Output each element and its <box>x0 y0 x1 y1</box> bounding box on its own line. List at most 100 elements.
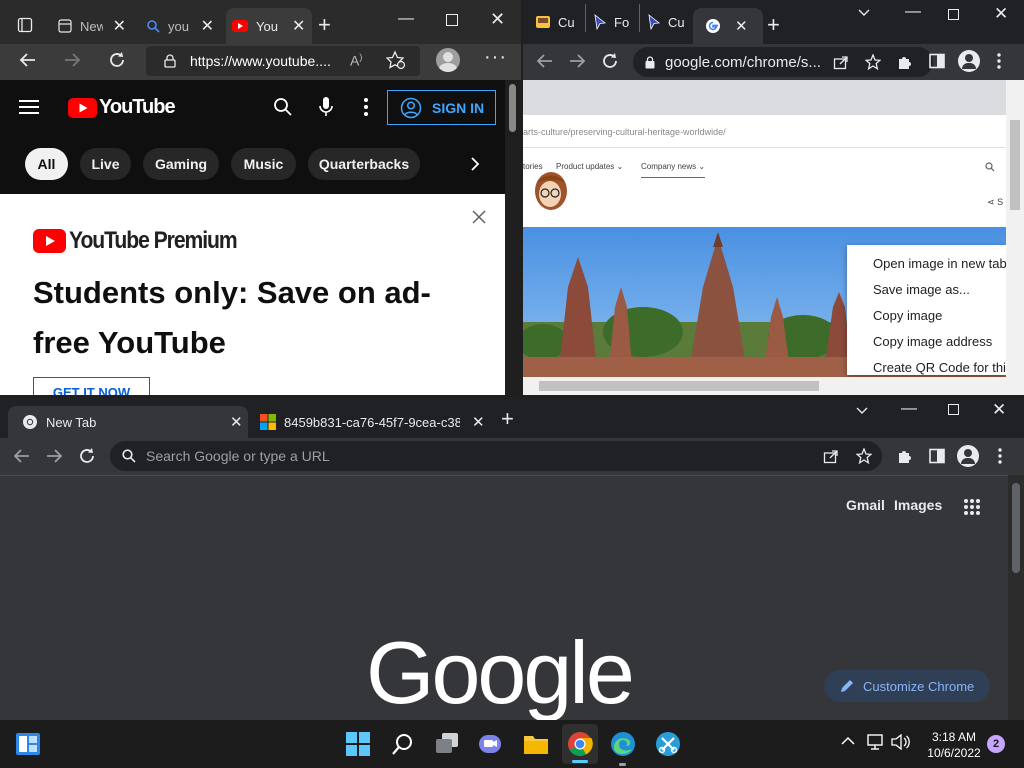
add-favorite-icon[interactable] <box>386 50 406 70</box>
search-icon[interactable] <box>985 162 995 172</box>
forward-arrow-icon[interactable] <box>45 447 63 465</box>
chevron-up-icon[interactable] <box>841 736 855 746</box>
page-scrollbar[interactable] <box>1008 475 1024 720</box>
sign-in-button[interactable]: SIGN IN <box>387 90 496 125</box>
forward-arrow-icon[interactable] <box>568 52 586 70</box>
chip-live[interactable]: Live <box>80 148 131 180</box>
close-window-icon[interactable]: ✕ <box>994 4 1008 24</box>
share-icon[interactable] <box>823 448 839 464</box>
profile-avatar[interactable] <box>436 48 460 72</box>
close-window-icon[interactable]: ✕ <box>490 9 505 30</box>
dismiss-icon[interactable] <box>471 209 487 225</box>
youtube-logo[interactable]: YouTube <box>68 96 176 119</box>
notification-badge[interactable]: 2 <box>987 735 1005 753</box>
share-icon[interactable] <box>833 54 849 70</box>
refresh-icon[interactable] <box>106 49 128 71</box>
microphone-icon[interactable] <box>318 96 334 118</box>
chip-all[interactable]: All <box>25 148 68 180</box>
context-menu-item[interactable]: Save image as... <box>873 282 970 297</box>
vertical-scrollbar[interactable] <box>1006 80 1024 377</box>
apps-grid-icon[interactable] <box>963 498 981 516</box>
get-it-now-button[interactable]: GET IT NOW <box>33 377 150 395</box>
back-arrow-icon[interactable] <box>536 52 554 70</box>
extensions-puzzle-icon[interactable] <box>896 53 914 71</box>
snipping-tool-icon[interactable] <box>655 731 681 757</box>
chrome-tab-report[interactable]: 8459b831-ca76-45f7-9cea-c3860 ✕ <box>258 406 492 438</box>
back-arrow-icon[interactable] <box>18 50 38 70</box>
close-icon[interactable]: ✕ <box>113 16 126 36</box>
network-icon[interactable] <box>867 734 885 750</box>
side-panel-icon[interactable] <box>929 53 945 69</box>
read-aloud-icon[interactable]: A) <box>350 52 362 69</box>
close-icon[interactable]: ✕ <box>472 413 485 431</box>
youtube-more-icon[interactable] <box>364 98 368 116</box>
horizontal-scrollbar[interactable] <box>523 377 1024 395</box>
chip-gaming[interactable]: Gaming <box>143 148 219 180</box>
share-link[interactable]: ⋖ S <box>987 197 1003 208</box>
edge-scrollbar[interactable] <box>505 80 521 395</box>
close-icon[interactable]: ✕ <box>735 17 748 35</box>
chrome-tab[interactable]: Fo <box>593 14 630 30</box>
widgets-icon[interactable] <box>16 733 40 755</box>
chevron-right-icon[interactable] <box>470 156 480 172</box>
gmail-link[interactable]: Gmail <box>846 497 885 513</box>
close-icon[interactable]: ✕ <box>201 16 214 36</box>
hamburger-menu-icon[interactable] <box>19 99 39 115</box>
close-icon[interactable]: ✕ <box>292 16 305 36</box>
refresh-icon[interactable] <box>600 51 620 71</box>
minimize-icon[interactable]: — <box>905 3 921 21</box>
chrome-omnibox[interactable]: Search Google or type a URL <box>110 441 882 471</box>
chip-quarterbacks[interactable]: Quarterbacks <box>308 148 420 180</box>
start-windows-icon[interactable] <box>346 732 370 756</box>
edge-logo-icon[interactable] <box>610 731 636 766</box>
chrome-menu-icon[interactable] <box>997 53 1001 69</box>
bookmark-star-icon[interactable] <box>856 448 872 464</box>
extensions-puzzle-icon[interactable] <box>896 447 914 465</box>
context-menu-item[interactable]: Copy image address <box>873 334 992 349</box>
edge-tab-new[interactable]: New ✕ <box>52 8 132 44</box>
tab-search-icon[interactable] <box>857 8 871 18</box>
maximize-icon[interactable] <box>446 14 458 26</box>
maximize-icon[interactable] <box>948 404 959 415</box>
chip-music[interactable]: Music <box>231 148 296 180</box>
more-icon[interactable]: ··· <box>484 46 507 69</box>
tab-search-icon[interactable] <box>855 406 869 416</box>
file-explorer-icon[interactable] <box>523 733 549 755</box>
new-tab-plus-icon[interactable]: + <box>318 12 331 38</box>
new-tab-plus-icon[interactable]: + <box>767 12 780 38</box>
context-menu-item[interactable]: Open image in new tab <box>873 256 1007 271</box>
close-icon[interactable]: ✕ <box>230 413 243 431</box>
nav-item-company-news[interactable]: Company news ⌄ <box>641 162 706 178</box>
refresh-icon[interactable] <box>77 446 97 466</box>
edge-tab-search[interactable]: you ✕ <box>140 8 220 44</box>
clock[interactable]: 3:18 AM 10/6/2022 <box>918 729 990 761</box>
minimize-icon[interactable]: — <box>901 400 917 418</box>
close-window-icon[interactable]: ✕ <box>992 400 1006 420</box>
customize-chrome-button[interactable]: Customize Chrome <box>824 670 990 702</box>
chrome-tab[interactable]: Cu <box>647 14 684 30</box>
task-view-icon[interactable] <box>434 733 460 755</box>
chrome-tab-new-tab[interactable]: New Tab ✕ <box>8 406 248 438</box>
chrome-address-bar[interactable]: google.com/chrome/s... <box>633 47 933 77</box>
minimize-icon[interactable]: — <box>398 10 414 28</box>
volume-icon[interactable] <box>891 734 911 750</box>
images-link[interactable]: Images <box>894 497 942 513</box>
profile-avatar[interactable] <box>958 50 980 72</box>
search-icon[interactable] <box>391 732 415 756</box>
chrome-tab-active[interactable]: ✕ <box>693 8 763 44</box>
search-icon[interactable] <box>273 97 293 117</box>
tab-actions-icon[interactable] <box>14 14 36 36</box>
context-menu-item[interactable]: Create QR Code for this <box>873 360 1012 375</box>
edge-tab-youtube[interactable]: You ✕ <box>226 8 312 44</box>
new-tab-plus-icon[interactable]: + <box>501 406 514 432</box>
edge-address-bar[interactable]: https://www.youtube.... <box>146 46 420 76</box>
side-panel-icon[interactable] <box>929 448 945 464</box>
teams-chat-icon[interactable] <box>478 732 502 756</box>
profile-avatar[interactable] <box>957 445 979 467</box>
back-arrow-icon[interactable] <box>13 447 31 465</box>
bookmark-star-icon[interactable] <box>865 54 881 70</box>
context-menu-item[interactable]: Copy image <box>873 308 942 323</box>
maximize-icon[interactable] <box>948 9 959 20</box>
chrome-menu-icon[interactable] <box>998 448 1002 464</box>
chrome-tab[interactable]: Cu <box>535 14 574 30</box>
